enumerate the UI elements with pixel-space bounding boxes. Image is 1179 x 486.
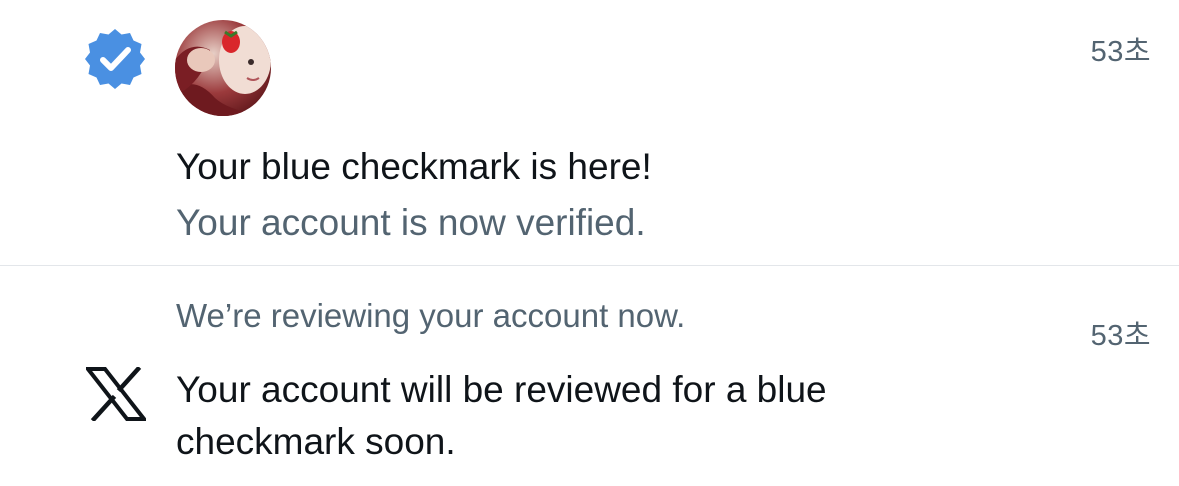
notification-review[interactable]: We’re reviewing your account now. 53초 Yo… xyxy=(0,266,1179,486)
notification-header: We’re reviewing your account now. xyxy=(176,297,686,334)
notification-subtitle: Your account is now verified. xyxy=(176,202,646,243)
x-logo-icon xyxy=(86,367,146,421)
notification-body: Your account will be reviewed for a blue… xyxy=(176,369,827,462)
verified-badge-icon xyxy=(85,29,145,89)
notification-verified[interactable]: 53초 Your blue checkmark is here! Your ac… xyxy=(0,0,1179,265)
notification-title: Your blue checkmark is here! xyxy=(176,146,652,187)
user-avatar[interactable] xyxy=(175,20,271,116)
notification-timestamp: 53초 xyxy=(1090,36,1151,68)
avatar-photo xyxy=(175,20,271,116)
notification-timestamp: 53초 xyxy=(1090,320,1151,352)
